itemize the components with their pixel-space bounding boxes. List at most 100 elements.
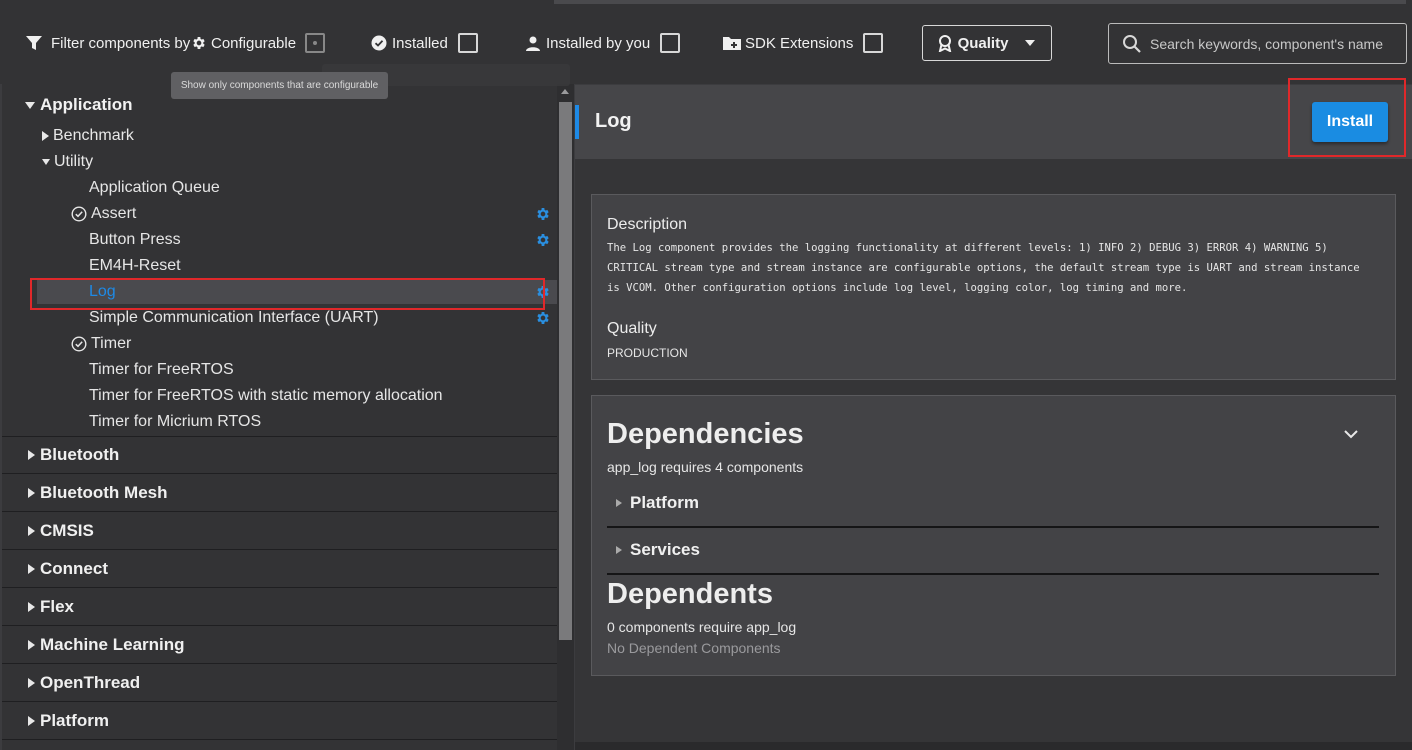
scroll-up-icon[interactable]: [561, 89, 569, 94]
installed-by-you-filter[interactable]: Installed by you: [526, 30, 681, 56]
tree-item-em4h-reset[interactable]: EM4H-Reset: [89, 256, 181, 276]
tree-scrollbar[interactable]: [557, 84, 574, 750]
dependents-heading: Dependents: [607, 578, 773, 610]
installed-check-icon: [71, 336, 87, 352]
tree-category-flex[interactable]: Flex: [2, 588, 557, 626]
filter-icon: [26, 36, 42, 50]
installed-check-icon: [71, 206, 87, 222]
item-label: Timer for Micrium RTOS: [89, 413, 262, 430]
configurable-gear-icon[interactable]: [535, 310, 551, 326]
sdk-extensions-label: SDK Extensions: [745, 34, 854, 52]
collapse-arrow-icon: [28, 450, 35, 460]
installed-by-you-label: Installed by you: [546, 34, 651, 52]
tree-category-cmsis[interactable]: CMSIS: [2, 512, 557, 550]
award-icon: [938, 34, 951, 52]
category-label: Flex: [40, 596, 75, 616]
quality-heading: Quality: [607, 320, 657, 337]
tree-item-simple-communication-interface[interactable]: Simple Communication Interface (UART): [89, 308, 379, 328]
tree-category-platform[interactable]: Platform: [2, 702, 557, 740]
installed-by-you-checkbox[interactable]: [660, 33, 681, 53]
item-label: Application Queue: [89, 179, 220, 196]
configurable-gear-icon[interactable]: [535, 206, 551, 222]
item-label: Timer for FreeRTOS: [89, 361, 234, 378]
tree-category-connect[interactable]: Connect: [2, 550, 557, 588]
scrollbar-thumb[interactable]: [559, 102, 572, 640]
tree-item-timer[interactable]: Timer: [71, 334, 131, 354]
tooltip-text: Show only components that are configurab…: [180, 80, 379, 91]
category-label: Application: [40, 95, 133, 114]
bottom-edge: [575, 742, 1412, 750]
tree-item-application-queue[interactable]: Application Queue: [89, 178, 220, 198]
category-label: Machine Learning: [40, 634, 185, 654]
configurable-filter[interactable]: Configurable: [191, 30, 326, 56]
chevron-down-icon[interactable]: [1343, 428, 1359, 440]
expand-arrow-icon: [25, 101, 35, 109]
gear-icon: [193, 37, 205, 49]
collapse-arrow-icon: [616, 546, 622, 554]
collapse-arrow-icon: [28, 601, 35, 612]
tree-item-timer-freertos-static[interactable]: Timer for FreeRTOS with static memory al…: [89, 386, 443, 406]
category-label: Bluetooth Mesh: [40, 482, 168, 502]
sdk-extensions-checkbox[interactable]: [863, 33, 884, 53]
node-label: Benchmark: [53, 127, 134, 144]
log-highlight-box: [30, 278, 545, 310]
tree-category-application[interactable]: Application: [25, 94, 133, 116]
installed-checkbox[interactable]: [457, 33, 478, 53]
person-icon: [526, 36, 540, 51]
detail-accent-bar: [575, 105, 579, 139]
node-label: Utility: [54, 153, 94, 170]
tree-node-utility[interactable]: Utility: [42, 152, 93, 172]
dependency-group-platform[interactable]: Platform: [607, 480, 1379, 528]
item-label: Timer for FreeRTOS with static memory al…: [89, 387, 443, 404]
collapse-arrow-icon: [616, 499, 622, 507]
collapse-arrow-icon: [28, 487, 35, 498]
description-label: Description: [607, 216, 688, 233]
configurable-gear-icon[interactable]: [535, 232, 551, 248]
category-label: CMSIS: [40, 520, 94, 540]
tooltip: Show only components that are configurab…: [171, 72, 388, 99]
tree-item-timer-freertos[interactable]: Timer for FreeRTOS: [89, 360, 234, 380]
caret-down-icon: [1025, 40, 1036, 46]
item-label: Timer: [91, 335, 132, 352]
item-label: Button Press: [89, 231, 181, 248]
category-label: Connect: [40, 558, 108, 578]
item-label: EM4H-Reset: [89, 257, 181, 274]
group-label: Platform: [630, 493, 699, 512]
tree-node-benchmark[interactable]: Benchmark: [42, 126, 134, 146]
quality-value: PRODUCTION: [607, 346, 688, 360]
category-label: Bluetooth: [40, 445, 120, 464]
dependents-summary: 0 components require app_log: [607, 619, 797, 635]
collapse-arrow-icon: [42, 131, 49, 141]
dependencies-summary: app_log requires 4 components: [607, 459, 804, 475]
item-label: Simple Communication Interface (UART): [89, 309, 379, 326]
tree-category-bluetooth[interactable]: Bluetooth: [2, 436, 557, 474]
quality-dropdown[interactable]: Quality: [922, 25, 1052, 61]
dependencies-heading: Dependencies: [607, 418, 804, 450]
tree-category-bluetooth-mesh[interactable]: Bluetooth Mesh: [2, 474, 557, 512]
item-label: Assert: [91, 205, 137, 222]
dependency-group-services[interactable]: Services: [607, 527, 1379, 575]
tree-item-assert[interactable]: Assert: [71, 204, 136, 224]
tree-category-machine-learning[interactable]: Machine Learning: [2, 626, 557, 664]
filter-label-text: Filter components by: [51, 34, 191, 52]
filter-label: Filter components by: [25, 30, 190, 56]
configurable-label: Configurable: [211, 34, 297, 52]
tree-item-button-press[interactable]: Button Press: [89, 230, 181, 250]
category-label: OpenThread: [40, 672, 141, 692]
search-icon: [1123, 34, 1141, 53]
top-divider: [554, 0, 1406, 4]
collapse-arrow-icon: [28, 639, 35, 650]
group-label: Services: [630, 540, 700, 559]
tree-item-timer-micrium[interactable]: Timer for Micrium RTOS: [89, 412, 261, 432]
tree-category-openthread[interactable]: OpenThread: [2, 664, 557, 702]
dependents-empty: No Dependent Components: [607, 640, 781, 656]
detail-header: [575, 85, 1412, 159]
quality-label: Quality: [957, 34, 1009, 52]
installed-filter[interactable]: Installed: [371, 30, 478, 56]
search-input[interactable]: [1150, 35, 1400, 52]
sdk-extensions-filter[interactable]: SDK Extensions: [722, 30, 884, 56]
search-box[interactable]: [1108, 23, 1407, 64]
check-circle-icon: [371, 35, 387, 51]
configurable-checkbox[interactable]: [305, 33, 326, 53]
detail-title: Log: [595, 110, 632, 132]
